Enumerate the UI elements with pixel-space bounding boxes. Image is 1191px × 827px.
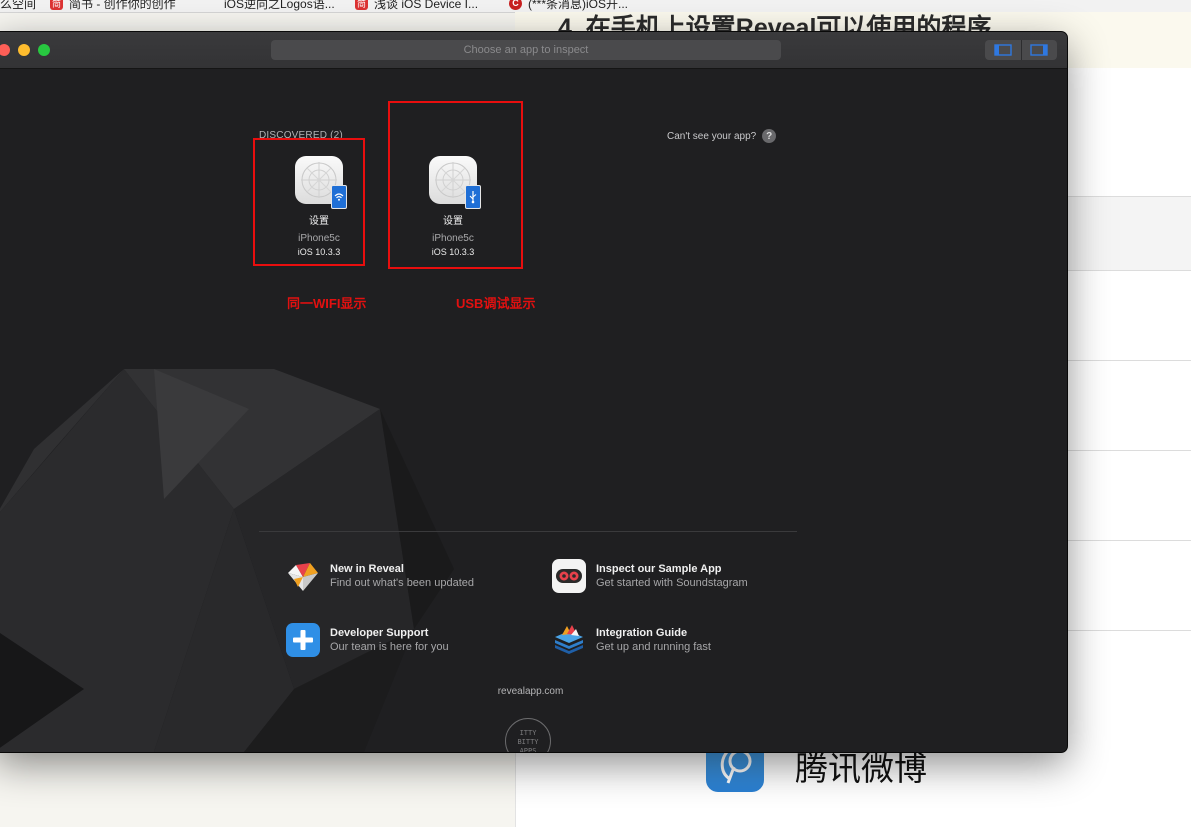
jianshu-icon: 简 <box>355 0 368 10</box>
app-picker-dropdown[interactable]: Choose an app to inspect <box>271 40 781 60</box>
reveal-window: Choose an app to inspect DISCOVERED (2) … <box>0 32 1067 752</box>
svg-text:BITTY: BITTY <box>517 738 539 746</box>
bookmark-item[interactable]: 简 浅谈 iOS Device I... <box>355 0 478 11</box>
link-title: Developer Support <box>330 627 429 639</box>
svg-text:ITTY: ITTY <box>520 729 538 737</box>
link-title: Inspect our Sample App <box>596 563 722 575</box>
integration-guide-link[interactable]: Integration Guide Get up and running fas… <box>552 623 711 657</box>
link-subtitle: Get up and running fast <box>596 641 711 653</box>
cant-see-app-link[interactable]: Can't see your app? ? <box>667 129 777 143</box>
jianshu-icon: 简 <box>50 0 63 10</box>
usb-device-highlight-box <box>388 101 523 269</box>
left-panel-toggle-button[interactable] <box>985 40 1021 60</box>
close-window-button[interactable] <box>0 44 10 56</box>
integration-guide-icon <box>552 623 586 657</box>
link-subtitle: Find out what's been updated <box>330 577 474 589</box>
wifi-device-highlight-box <box>253 138 365 266</box>
welcome-content: DISCOVERED (2) Can't see your app? ? 设置 … <box>0 69 1067 752</box>
help-icon[interactable]: ? <box>762 129 777 143</box>
link-title: New in Reveal <box>330 563 404 575</box>
cant-see-app-label: Can't see your app? <box>667 130 757 142</box>
link-subtitle: Get started with Soundstagram <box>596 577 748 589</box>
itty-bitty-apps-logo-icon: ITTY BITTY APPS <box>517 729 539 752</box>
svg-text:APPS: APPS <box>520 747 537 752</box>
window-titlebar[interactable]: Choose an app to inspect <box>0 32 1067 69</box>
new-in-reveal-link[interactable]: New in Reveal Find out what's been updat… <box>286 559 474 593</box>
revealapp-website-link[interactable]: revealapp.com <box>0 686 1067 697</box>
left-sidebar-icon <box>994 44 1012 56</box>
section-divider <box>259 531 797 532</box>
developer-support-link[interactable]: Developer Support Our team is here for y… <box>286 623 449 657</box>
itty-bitty-apps-logo: ITTY BITTY APPS <box>505 718 551 752</box>
right-sidebar-icon <box>1030 44 1048 56</box>
reveal-logo-icon <box>286 559 320 593</box>
bookmark-item[interactable]: 么空间 <box>0 0 36 11</box>
zoom-window-button[interactable] <box>38 44 50 56</box>
support-plus-icon <box>286 623 320 657</box>
csdn-icon: C <box>509 0 522 10</box>
low-poly-background-art <box>0 369 454 752</box>
panel-toggle-group <box>985 40 1057 60</box>
soundstagram-icon <box>552 559 586 593</box>
minimize-window-button[interactable] <box>18 44 30 56</box>
inspect-sample-app-link[interactable]: Inspect our Sample App Get started with … <box>552 559 748 593</box>
link-title: Integration Guide <box>596 627 688 639</box>
usb-annotation-label: USB调试显示 <box>456 296 536 311</box>
wifi-annotation-label: 同一WIFI显示 <box>287 296 367 311</box>
bookmark-item[interactable]: 简 简书 - 创作你的创作 <box>50 0 176 11</box>
bookmark-item[interactable]: iOS逆向之Logos语... <box>224 0 335 11</box>
right-panel-toggle-button[interactable] <box>1020 40 1058 60</box>
link-subtitle: Our team is here for you <box>330 641 449 653</box>
